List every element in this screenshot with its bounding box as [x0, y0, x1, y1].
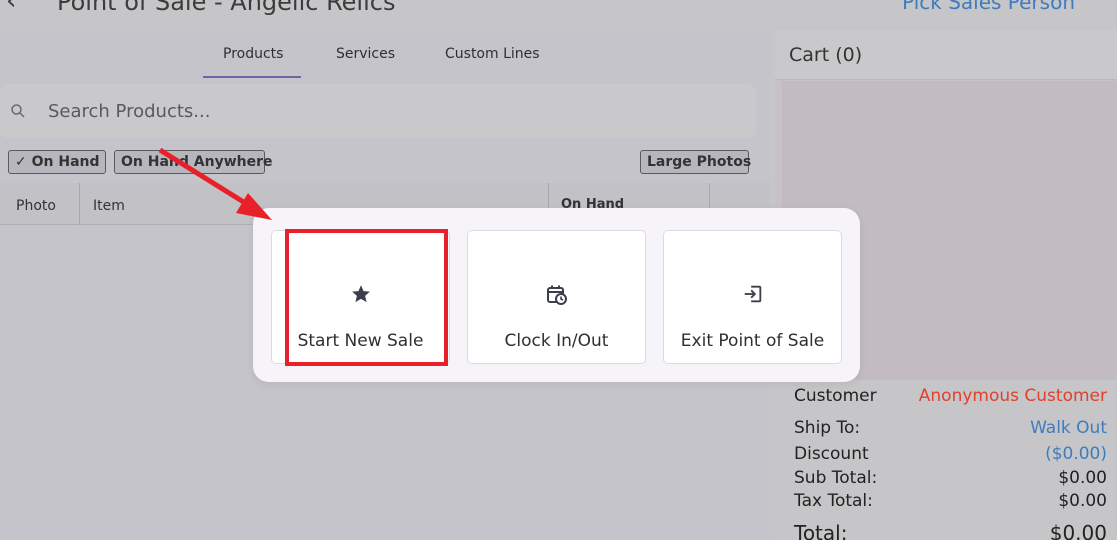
sub-total-label: Sub Total:: [794, 468, 878, 488]
tab-products[interactable]: Products: [223, 46, 283, 62]
chevron-left-icon[interactable]: ‹: [6, 0, 16, 16]
page-title: Point of Sale - Angelic Relics: [57, 0, 396, 16]
exit-point-of-sale-label: Exit Point of Sale: [680, 331, 825, 351]
discount-value-link[interactable]: ($0.00): [1045, 444, 1107, 464]
exit-point-of-sale-button[interactable]: Exit Point of Sale: [663, 230, 842, 364]
top-bar: ‹ Point of Sale - Angelic Relics Pick Sa…: [0, 0, 1117, 30]
tab-custom-lines[interactable]: Custom Lines: [445, 46, 540, 62]
large-photos-label: Large Photos: [647, 154, 752, 170]
sub-total-row: Sub Total: $0.00: [794, 468, 1107, 492]
discount-label: Discount: [794, 444, 869, 464]
tax-total-label: Tax Total:: [794, 491, 873, 511]
search-input[interactable]: [48, 98, 648, 124]
customer-label: Customer: [794, 386, 877, 406]
search-icon: [11, 104, 25, 118]
active-tab-indicator: [203, 76, 301, 78]
annotation-highlight-box: [285, 229, 448, 366]
pick-sales-person-link[interactable]: Pick Sales Person: [902, 0, 1075, 14]
column-header-photo[interactable]: Photo: [16, 198, 56, 214]
total-row: Total: $0.00: [794, 521, 1107, 540]
tab-services[interactable]: Services: [336, 46, 395, 62]
total-value: $0.00: [1049, 521, 1107, 540]
ship-to-value-link[interactable]: Walk Out: [1030, 418, 1107, 438]
tax-total-value: $0.00: [1058, 491, 1107, 511]
total-label: Total:: [794, 521, 848, 540]
exit-icon: [664, 283, 841, 309]
cart-title: Cart (0): [789, 44, 863, 66]
on-hand-anywhere-filter-chip[interactable]: On Hand Anywhere: [114, 150, 273, 174]
search-bar[interactable]: [0, 84, 756, 138]
on-hand-label: On Hand: [31, 154, 100, 170]
discount-row: Discount ($0.00): [794, 444, 1107, 468]
column-header-item[interactable]: Item: [93, 198, 125, 214]
cart-header: Cart (0): [775, 30, 1117, 80]
clock-in-out-label: Clock In/Out: [504, 331, 609, 351]
sub-total-value: $0.00: [1058, 468, 1107, 488]
clock-in-out-button[interactable]: Clock In/Out: [467, 230, 646, 364]
large-photos-toggle[interactable]: Large Photos: [640, 150, 752, 174]
on-hand-filter-chip[interactable]: ✓ On Hand: [8, 150, 106, 174]
cart-summary: Customer Anonymous Customer Ship To: Wal…: [775, 380, 1117, 540]
tax-total-row: Tax Total: $0.00: [794, 491, 1107, 515]
ship-to-row: Ship To: Walk Out: [794, 418, 1107, 442]
calendar-clock-icon: [468, 283, 645, 311]
on-hand-anywhere-label: On Hand Anywhere: [121, 154, 273, 170]
customer-row: Customer Anonymous Customer: [794, 386, 1107, 410]
checkmark-icon: ✓: [15, 154, 27, 170]
column-divider: [79, 183, 80, 225]
tab-bar: Products Services Custom Lines: [0, 30, 770, 80]
ship-to-label: Ship To:: [794, 418, 861, 438]
customer-value-link[interactable]: Anonymous Customer: [919, 386, 1107, 406]
